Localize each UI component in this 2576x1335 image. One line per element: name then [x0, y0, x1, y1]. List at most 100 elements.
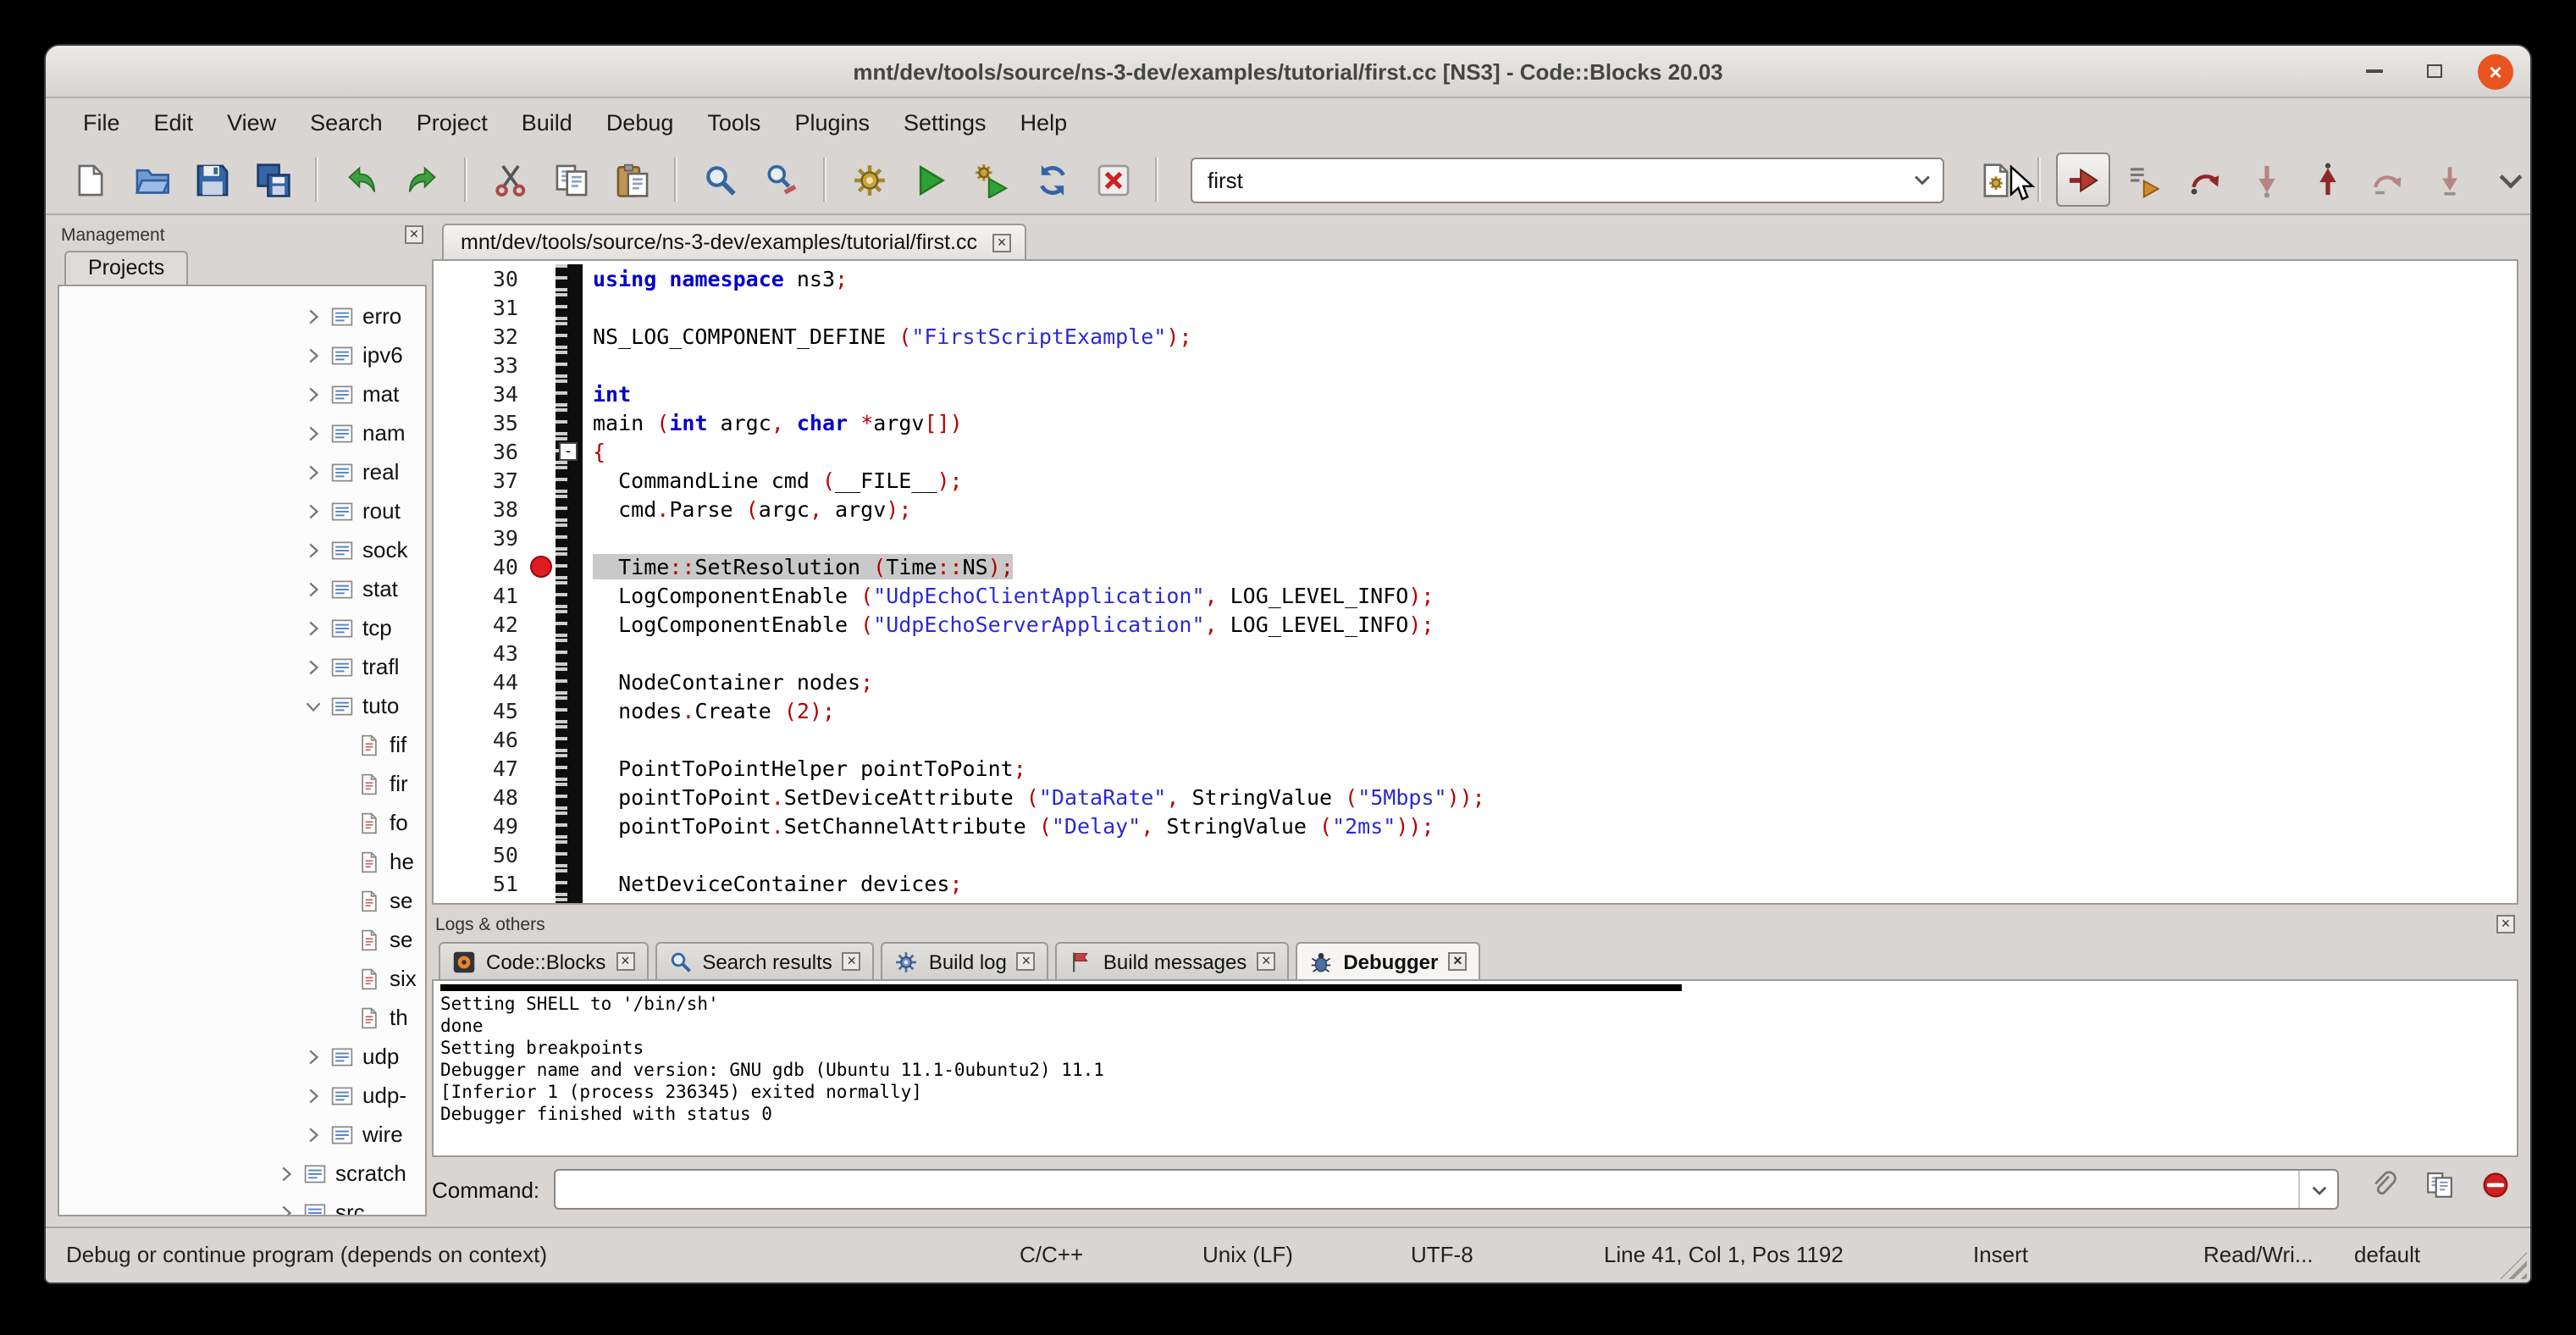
command-dropdown-button[interactable] — [2298, 1171, 2337, 1208]
code-line-40[interactable]: 40 Time::SetResolution (Time::NS); — [434, 552, 2517, 581]
tree-item-wire[interactable]: wire — [59, 1115, 425, 1154]
menu-debug[interactable]: Debug — [589, 104, 691, 140]
paperclip-button[interactable] — [2366, 1172, 2400, 1206]
breakpoint-margin[interactable] — [528, 610, 556, 639]
menu-search[interactable]: Search — [293, 104, 400, 140]
code-line-48[interactable]: 48 pointToPoint.SetDeviceAttribute ("Dat… — [434, 783, 2517, 812]
rebuild-button[interactable] — [1025, 152, 1079, 207]
paste-button[interactable] — [605, 152, 659, 207]
abort-build-button[interactable] — [1086, 152, 1140, 207]
tree-item-fif[interactable]: fif — [59, 725, 425, 764]
code-line-42[interactable]: 42 LogComponentEnable ("UdpEchoServerApp… — [434, 610, 2517, 639]
step-out-button[interactable] — [2300, 152, 2354, 207]
tab-close-icon[interactable]: × — [1017, 952, 1036, 971]
code-line-51[interactable]: 51 NetDeviceContainer devices; — [434, 869, 2517, 898]
tree-item-he[interactable]: he — [59, 842, 425, 881]
menu-help[interactable]: Help — [1003, 104, 1085, 140]
code-line-44[interactable]: 44 NodeContainer nodes; — [434, 668, 2517, 696]
chevron-right-icon[interactable] — [303, 616, 330, 640]
editor-tab-close-icon[interactable]: × — [992, 233, 1011, 252]
command-input[interactable] — [555, 1176, 2298, 1203]
tree-item-tcp[interactable]: tcp — [59, 608, 425, 647]
tree-item-tuto[interactable]: tuto — [59, 686, 425, 725]
code-line-31[interactable]: 31 — [434, 293, 2517, 322]
breakpoint-margin[interactable] — [528, 351, 556, 379]
breakpoint-margin[interactable] — [528, 696, 556, 725]
chevron-right-icon[interactable] — [276, 1200, 303, 1216]
breakpoint-margin[interactable] — [528, 812, 556, 840]
command-combo[interactable] — [553, 1169, 2339, 1210]
tree-item-sock[interactable]: sock — [59, 530, 425, 569]
chevron-right-icon[interactable] — [303, 343, 330, 367]
toolbar-overflow-chevron-button[interactable] — [2483, 152, 2532, 207]
code-line-39[interactable]: 39 — [434, 523, 2517, 552]
code-line-33[interactable]: 33 — [434, 351, 2517, 379]
breakpoint-margin[interactable] — [528, 898, 556, 905]
next-instruction-button[interactable] — [2361, 152, 2415, 207]
code-line-32[interactable]: 32NS_LOG_COMPONENT_DEFINE ("FirstScriptE… — [434, 322, 2517, 351]
tab-close-icon[interactable]: × — [616, 952, 634, 971]
breakpoint-margin[interactable] — [528, 466, 556, 495]
save-all-button[interactable] — [246, 152, 300, 207]
breakpoint-margin[interactable] — [528, 668, 556, 696]
tree-item-se[interactable]: se — [59, 920, 425, 959]
code-line-30[interactable]: 30using namespace ns3; — [434, 264, 2517, 293]
breakpoint-margin[interactable] — [528, 264, 556, 293]
logs-tab-build-log[interactable]: Build log× — [882, 942, 1049, 979]
chevron-right-icon[interactable] — [303, 538, 330, 562]
tree-item-src[interactable]: src — [59, 1193, 425, 1216]
code-line-50[interactable]: 50 — [434, 840, 2517, 869]
debug-continue-button[interactable] — [2056, 152, 2110, 207]
chevron-right-icon[interactable] — [303, 304, 330, 328]
minimize-button[interactable] — [2356, 53, 2391, 89]
tree-item-se[interactable]: se — [59, 881, 425, 920]
chevron-down-icon[interactable] — [303, 694, 330, 717]
breakpoint-margin[interactable] — [528, 379, 556, 408]
tree-item-scratch[interactable]: scratch — [59, 1154, 425, 1193]
tree-item-nam[interactable]: nam — [59, 413, 425, 452]
fold-collapse-icon[interactable]: - — [559, 442, 578, 461]
logs-tab-search-results[interactable]: Search results× — [655, 942, 874, 979]
code-line-46[interactable]: 46 — [434, 725, 2517, 754]
open-folder-button[interactable] — [124, 152, 178, 207]
chevron-right-icon[interactable] — [303, 577, 330, 601]
breakpoint-margin[interactable] — [528, 754, 556, 783]
run-to-cursor-button[interactable] — [2117, 152, 2171, 207]
redo-button[interactable] — [395, 152, 449, 207]
menu-view[interactable]: View — [210, 104, 293, 140]
code-line-41[interactable]: 41 LogComponentEnable ("UdpEchoClientApp… — [434, 581, 2517, 610]
tree-item-real[interactable]: real — [59, 452, 425, 491]
new-file-button[interactable] — [63, 152, 117, 207]
chevron-right-icon[interactable] — [276, 1161, 303, 1185]
code-line-37[interactable]: 37 CommandLine cmd (__FILE__); — [434, 466, 2517, 495]
chevron-right-icon[interactable] — [303, 382, 330, 406]
breakpoint-margin[interactable] — [528, 581, 556, 610]
copy-button[interactable] — [2422, 1172, 2456, 1206]
menu-settings[interactable]: Settings — [887, 104, 1003, 140]
tab-close-icon[interactable]: × — [1257, 952, 1275, 971]
tree-item-stat[interactable]: stat — [59, 569, 425, 608]
chevron-right-icon[interactable] — [303, 1122, 330, 1146]
chevron-right-icon[interactable] — [303, 655, 330, 679]
code-line-43[interactable]: 43 — [434, 639, 2517, 668]
code-line-36[interactable]: 36-{ — [434, 437, 2517, 466]
breakpoint-margin[interactable] — [528, 783, 556, 812]
breakpoint-margin[interactable] — [528, 840, 556, 869]
tree-item-rout[interactable]: rout — [59, 491, 425, 530]
logs-tab-code-blocks[interactable]: Code::Blocks× — [439, 942, 648, 979]
close-button[interactable]: × — [2478, 53, 2513, 89]
resize-grip[interactable] — [2500, 1252, 2527, 1279]
tree-item-th[interactable]: th — [59, 998, 425, 1037]
logs-tab-debugger[interactable]: Debugger× — [1296, 942, 1480, 979]
tree-item-ipv6[interactable]: ipv6 — [59, 335, 425, 374]
code-editor[interactable]: 30using namespace ns3;3132NS_LOG_COMPONE… — [432, 261, 2518, 905]
management-close-icon[interactable]: × — [405, 225, 423, 244]
tree-item-trafl[interactable]: trafl — [59, 647, 425, 686]
code-line-47[interactable]: 47 PointToPointHelper pointToPoint; — [434, 754, 2517, 783]
menu-plugins[interactable]: Plugins — [777, 104, 887, 140]
breakpoint-margin[interactable] — [528, 293, 556, 322]
code-line-52[interactable]: 52 devices = pointToPoint.Install (nodes… — [434, 898, 2517, 905]
editor-tab[interactable]: mnt/dev/tools/source/ns-3-dev/examples/t… — [442, 224, 1026, 259]
code-line-35[interactable]: 35main (int argc, char *argv[]) — [434, 408, 2517, 437]
maximize-button[interactable] — [2417, 53, 2452, 89]
